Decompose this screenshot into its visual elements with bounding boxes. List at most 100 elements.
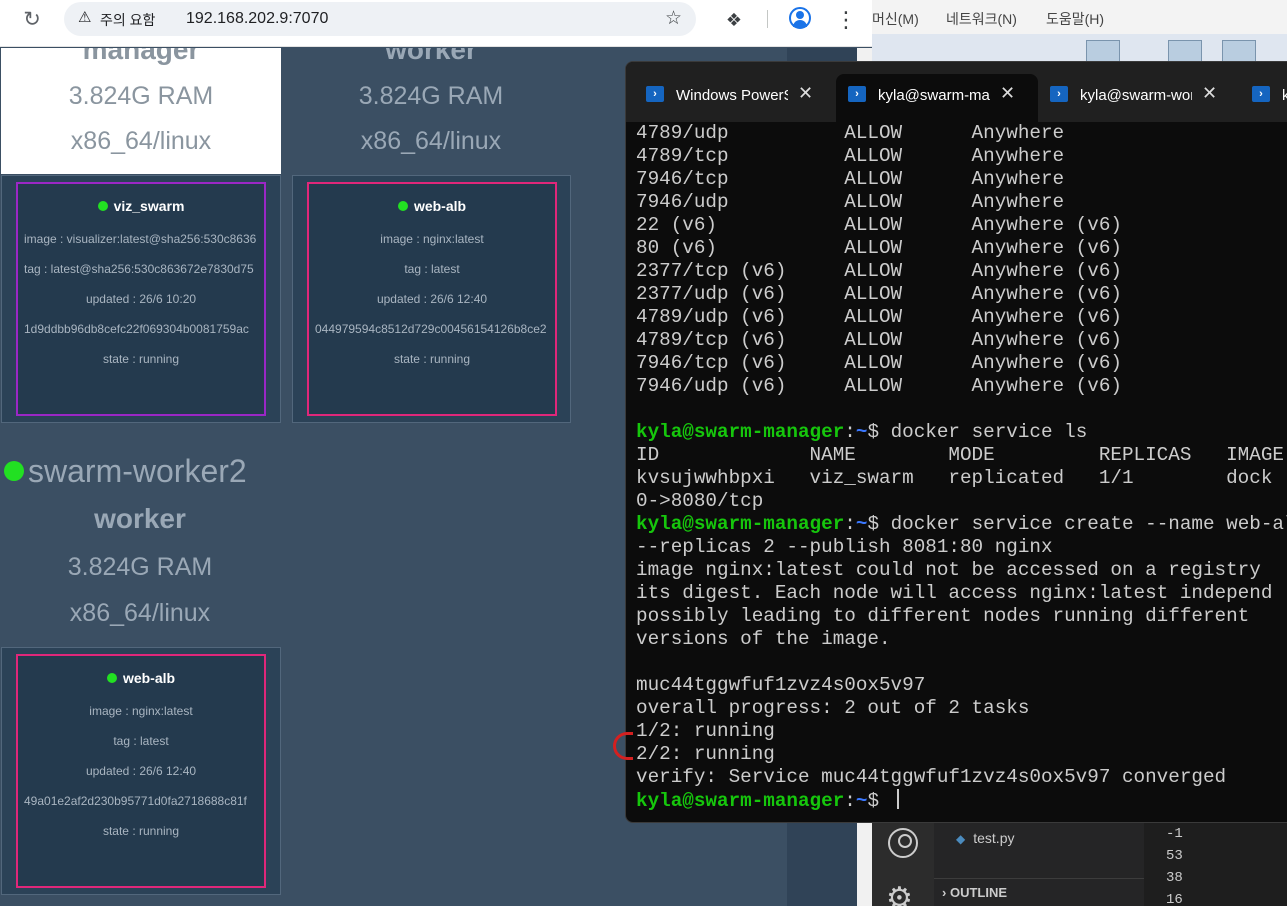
node-role: manager [82,48,200,65]
service-name: web-alb [413,198,467,214]
node-role: worker [94,503,186,534]
tab-swarm-manager[interactable]: › kyla@swarm-manager: ~ ✕ [836,74,1038,122]
status-dot-icon [97,201,108,211]
line-number: 38 [1166,870,1183,886]
task-container[interactable]: web-alb image : nginx:latest tag : lates… [307,182,557,416]
service-updated: updated : 26/6 10:20 [85,292,197,306]
service-card-viz-swarm[interactable]: viz_swarm image : visualizer:latest@sha2… [1,175,281,423]
node-arch: x86_64/linux [70,127,212,155]
status-dot-icon [4,461,24,481]
activity-bar: ⚙ [872,820,934,906]
service-title: web-alb [309,198,555,214]
node-worker2-name: swarm-worker2 [4,453,247,490]
bookmark-star-icon[interactable]: ☆ [665,7,682,30]
node-worker1-header: worker 3.824G RAM x86_64/linux [291,48,571,174]
node-ram: 3.824G RAM [67,553,213,581]
profile-icon[interactable] [789,7,811,29]
service-id: 1d9ddbb96db8cefc22f069304b0081759ac [24,322,249,336]
toolbar-divider [767,10,768,28]
file-item[interactable]: ◆ test.py [956,830,1014,846]
ufw-rule-row: 7946/udp (v6) ALLOW Anywhere (v6) [636,375,1122,397]
service-card-web-alb-worker2[interactable]: web-alb image : nginx:latest tag : lates… [1,647,281,895]
ufw-rule-row: 7946/tcp (v6) ALLOW Anywhere (v6) [636,352,1122,374]
service-ls-row: kvsujwwhbpxi viz_swarm replicated 1/1 do… [636,467,1273,489]
tab-label: Windows PowerShell [676,87,788,104]
node-ram: 3.824G RAM [358,82,504,110]
service-updated: updated : 26/6 12:40 [376,292,488,306]
ufw-rule-row: 7946/tcp ALLOW Anywhere [636,168,1065,190]
command-output-line: 2/2: running [636,743,775,765]
status-dot-icon [106,673,117,683]
close-icon[interactable]: ✕ [1202,83,1217,104]
node-role: worker [385,48,477,65]
ufw-rule-row: 4789/udp ALLOW Anywhere [636,122,1065,144]
service-image: image : nginx:latest [89,704,193,718]
terminal-tabbar: › Windows PowerShell ✕ › kyla@swarm-mana… [626,62,1287,122]
editor-gutter: -1 53 38 16 [1144,820,1287,906]
address-bar[interactable]: ⚠ 주의 요함 192.168.202.9:7070 ☆ [64,2,696,36]
prompt-line: kyla@swarm-manager:~$ docker service cre… [636,513,1287,535]
tab-windows-powershell[interactable]: › Windows PowerShell ✕ [634,74,836,122]
extensions-icon[interactable]: ❖ [720,6,748,34]
service-state: state : running [102,824,180,838]
close-icon[interactable]: ✕ [1000,83,1015,104]
service-ls-row-wrap: 0->8080/tcp [636,490,764,512]
node-manager-header: manager 3.824G RAM x86_64/linux [1,48,281,174]
command-output-line: 1/2: running [636,720,775,742]
service-card-web-alb-worker1[interactable]: web-alb image : nginx:latest tag : lates… [292,175,571,423]
close-icon[interactable]: ✕ [798,83,813,104]
command-output-line: versions of the image. [636,628,891,650]
command-output-line: its digest. Each node will access nginx:… [636,582,1273,604]
annotation-bracket [613,732,633,760]
line-number: -1 [1166,826,1183,842]
service-state: state : running [102,352,180,366]
ufw-rule-row: 4789/tcp ALLOW Anywhere [636,145,1065,167]
service-tag: tag : latest [113,734,169,748]
command-output-line: possibly leading to different nodes runn… [636,605,1250,627]
menu-help[interactable]: 도움말(H) [1046,9,1104,29]
tab-label: kyla@swarm-worker1: ~ [1080,87,1192,104]
node-arch: x86_64/linux [69,599,211,627]
tab-overflow[interactable]: › k [1240,74,1287,122]
powershell-icon: › [1252,86,1270,102]
tab-swarm-worker1[interactable]: › kyla@swarm-worker1: ~ ✕ [1038,74,1240,122]
command-output-line: verify: Service muc44tggwfuf1zvz4s0ox5v9… [636,766,1227,788]
tab-label: kyla@swarm-manager: ~ [878,87,990,104]
line-number: 16 [1166,892,1183,906]
text-cursor [896,789,899,809]
screen: ↻ ⚠ 주의 요함 192.168.202.9:7070 ☆ ❖ ⋮ manag… [0,0,1287,906]
service-updated: updated : 26/6 12:40 [85,764,197,778]
service-state: state : running [393,352,471,366]
account-icon[interactable] [888,828,918,858]
service-title: web-alb [18,670,264,686]
task-container[interactable]: web-alb image : nginx:latest tag : lates… [16,654,266,888]
service-name: viz_swarm [113,198,185,214]
browser-toolbar: ↻ ⚠ 주의 요함 192.168.202.9:7070 ☆ ❖ ⋮ [0,0,872,47]
powershell-icon: › [1050,86,1068,102]
prompt-line: kyla@swarm-manager:~$ docker service ls [636,421,1088,443]
powershell-icon: › [646,86,664,102]
outline-section[interactable]: › OUTLINE [934,878,1144,906]
security-status[interactable]: 주의 요함 [100,10,155,30]
terminal-window[interactable]: › Windows PowerShell ✕ › kyla@swarm-mana… [625,61,1287,823]
ufw-rule-row: 4789/udp (v6) ALLOW Anywhere (v6) [636,306,1122,328]
task-container[interactable]: viz_swarm image : visualizer:latest@sha2… [16,182,266,416]
command-output-line: image nginx:latest could not be accessed… [636,559,1261,581]
line-number: 53 [1166,848,1183,864]
menu-network[interactable]: 네트워크(N) [946,9,1017,29]
node-arch: x86_64/linux [360,127,502,155]
gear-icon[interactable]: ⚙ [886,884,913,906]
python-file-icon: ◆ [956,832,966,846]
service-image: image : nginx:latest [380,232,484,246]
service-id: 044979594c8512d729c00456154126b8ce2 [315,322,547,336]
ufw-rule-row: 80 (v6) ALLOW Anywhere (v6) [636,237,1122,259]
warning-icon[interactable]: ⚠ [78,8,91,26]
reload-icon[interactable]: ↻ [18,6,46,34]
menu-machine[interactable]: 머신(M) [872,9,919,29]
more-menu-icon[interactable]: ⋮ [832,6,860,34]
file-explorer: ◆ test.py › OUTLINE [934,820,1144,906]
service-ls-header: ID NAME MODE REPLICAS IMAGE [636,444,1284,466]
ufw-rule-row: 2377/udp (v6) ALLOW Anywhere (v6) [636,283,1122,305]
url-text[interactable]: 192.168.202.9:7070 [186,10,328,28]
terminal-output[interactable]: 4789/udp ALLOW Anywhere 4789/tcp ALLOW An… [636,122,1287,822]
